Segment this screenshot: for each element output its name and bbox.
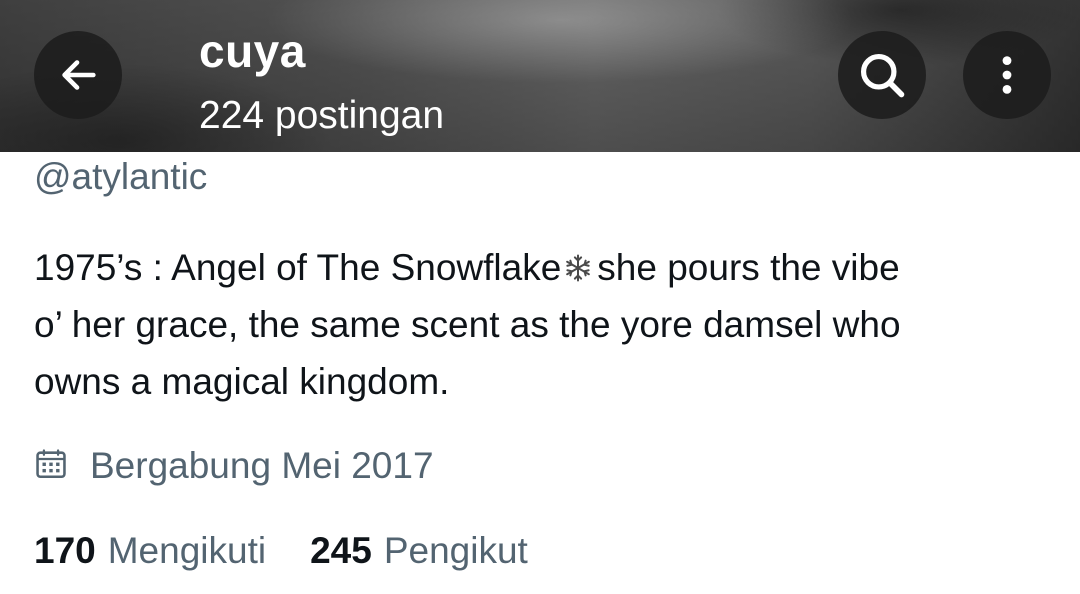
joined-date-row: Bergabung Mei 2017 — [34, 443, 434, 489]
search-icon — [856, 49, 908, 101]
search-button[interactable] — [838, 31, 926, 119]
joined-date-text: Bergabung Mei 2017 — [90, 445, 434, 486]
snowflake-icon — [566, 254, 591, 282]
followers-link[interactable]: 245 Pengikut — [310, 528, 528, 574]
followers-count: 245 — [310, 530, 372, 571]
profile-header-banner: cuya 224 postingan — [0, 0, 1080, 152]
profile-page: cuya 224 postingan @atylantic 1975’s : A… — [0, 0, 1080, 594]
arrow-left-icon — [55, 52, 101, 98]
following-link[interactable]: 170 Mengikuti — [34, 528, 266, 574]
follow-stats: 170 Mengikuti 245 Pengikut — [34, 528, 528, 574]
more-options-button[interactable] — [963, 31, 1051, 119]
calendar-icon — [34, 447, 68, 486]
bio-line: owns a magical kingdom. — [34, 361, 450, 402]
more-vertical-icon — [984, 52, 1030, 98]
profile-handle: @atylantic — [34, 156, 208, 197]
following-label: Mengikuti — [107, 530, 267, 571]
profile-bio: 1975’s : Angel of The Snowflake she pours… — [34, 239, 1044, 410]
bio-line: 1975’s : Angel of The Snowflake she pours… — [34, 239, 1044, 296]
post-count: 224 postingan — [199, 94, 445, 137]
back-button[interactable] — [34, 31, 122, 119]
bio-text: she pours the vibe — [597, 247, 900, 288]
bio-text: 1975’s : Angel of The Snowflake — [34, 247, 562, 288]
following-count: 170 — [34, 530, 96, 571]
followers-label: Pengikut — [383, 530, 528, 571]
bio-line: o’ her grace, the same scent as the yore… — [34, 304, 901, 345]
profile-display-name: cuya — [199, 25, 306, 77]
